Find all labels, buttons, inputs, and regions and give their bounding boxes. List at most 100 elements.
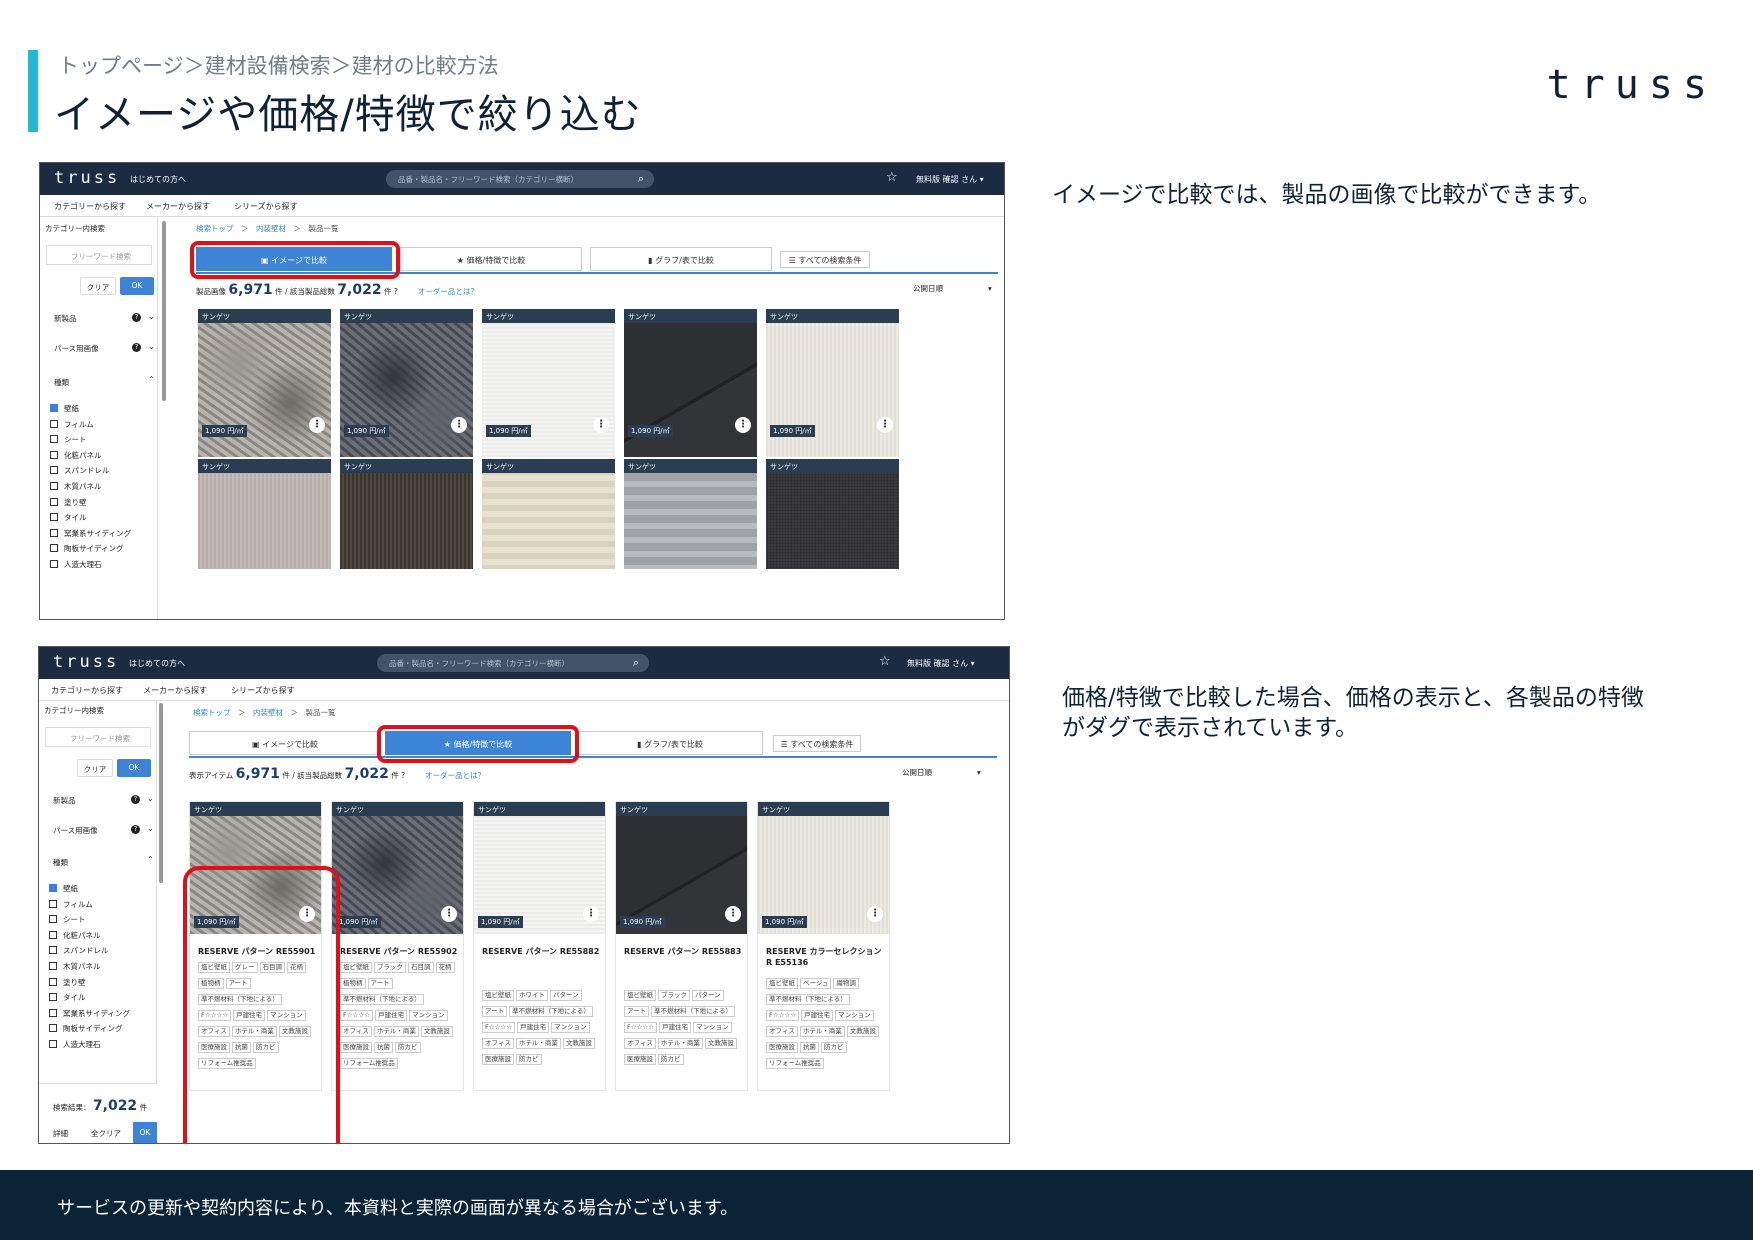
product-name[interactable]: RESERVE パターン RE55883 [624, 946, 743, 957]
help-icon[interactable]: ? [132, 313, 141, 322]
sort-select[interactable]: 公開日順 ▾ [902, 767, 981, 778]
chevron-down-icon[interactable]: ⌄ [148, 312, 155, 321]
search-input[interactable]: 品番・製品名・フリーワード検索（カテゴリー横断） ⌕ [377, 654, 649, 672]
keyword-input[interactable]: フリーワード検索 [45, 727, 151, 747]
help-icon[interactable]: ? [132, 343, 141, 352]
sort-select[interactable]: 公開日順 ▾ [913, 283, 992, 294]
product-card[interactable]: サンゲツ 1,090 円/㎡ ⋮ [766, 309, 899, 457]
tab-image-compare[interactable]: ▣ イメージで比較 [189, 731, 381, 755]
user-menu[interactable]: 無料版 確認 さん ▾ [907, 658, 975, 669]
more-menu-icon[interactable]: ⋮ [583, 906, 599, 922]
sidebar-scrollbar[interactable] [162, 221, 166, 401]
type-checkbox[interactable] [50, 544, 58, 553]
type-checkbox[interactable] [49, 962, 57, 970]
type-checkbox[interactable] [49, 930, 57, 939]
nav-series[interactable]: シリーズから探す [234, 201, 298, 212]
help-icon[interactable]: ? [401, 771, 405, 780]
beginner-link[interactable]: はじめての方へ [130, 174, 186, 185]
product-card[interactable]: サンゲツ [482, 459, 615, 569]
type-checkbox[interactable] [49, 899, 57, 908]
product-card[interactable]: サンゲツ [766, 459, 899, 569]
order-link[interactable]: オーダー品とは？ [418, 287, 478, 296]
product-image[interactable] [766, 473, 899, 569]
product-image[interactable] [340, 473, 473, 569]
type-filter-heading[interactable]: 種類 [54, 377, 69, 388]
ok-button[interactable]: OK [120, 277, 154, 295]
clear-all-button[interactable]: 全クリア [91, 1128, 121, 1139]
favorite-star-icon[interactable]: ☆ [886, 170, 898, 185]
type-checkbox[interactable] [50, 419, 58, 428]
search-icon[interactable]: ⌕ [633, 656, 639, 670]
type-checkbox[interactable] [50, 528, 58, 537]
more-menu-icon[interactable]: ⋮ [877, 417, 893, 433]
more-menu-icon[interactable]: ⋮ [725, 906, 741, 922]
chevron-down-icon[interactable]: ⌄ [147, 824, 154, 833]
breadcrumb-search-top[interactable]: 検索トップ [196, 224, 234, 233]
type-checkbox[interactable] [49, 946, 57, 955]
type-checkbox[interactable] [50, 497, 58, 506]
help-icon[interactable]: ? [131, 795, 140, 804]
tab-graph-compare[interactable]: ▮ グラフ/表で比較 [590, 247, 772, 271]
chevron-up-icon[interactable]: ⌃ [148, 375, 155, 384]
app-logo[interactable]: truss [53, 652, 119, 672]
perth-filter[interactable]: パース用画像 [53, 825, 98, 836]
search-icon[interactable]: ⌕ [638, 172, 644, 186]
more-menu-icon[interactable]: ⋮ [593, 417, 609, 433]
product-name[interactable]: RESERVE カラーセレクション R E55136 [766, 946, 885, 968]
type-checkbox[interactable] [49, 915, 57, 924]
favorite-star-icon[interactable]: ☆ [879, 654, 891, 669]
search-input[interactable]: 品番・製品名・フリーワード検索（カテゴリー横断） ⌕ [386, 170, 654, 188]
app-logo[interactable]: truss [54, 168, 120, 188]
detail-button[interactable]: 詳細 [53, 1128, 68, 1139]
breadcrumb-search-top[interactable]: 検索トップ [193, 708, 231, 717]
ok-button[interactable]: OK [133, 1122, 157, 1143]
type-checkbox[interactable] [50, 435, 58, 444]
nav-category[interactable]: カテゴリーから探す [54, 201, 126, 212]
help-icon[interactable]: ? [131, 825, 140, 834]
user-menu[interactable]: 無料版 確認 さん ▾ [916, 174, 984, 185]
nav-category[interactable]: カテゴリーから探す [51, 685, 123, 696]
chevron-up-icon[interactable]: ⌃ [147, 855, 154, 864]
nav-maker[interactable]: メーカーから探す [146, 201, 210, 212]
all-conditions-button[interactable]: ☰ すべての検索条件 [773, 735, 861, 752]
product-card[interactable]: サンゲツ [198, 459, 331, 569]
ok-button[interactable]: OK [117, 759, 151, 777]
all-conditions-button[interactable]: ☰ すべての検索条件 [780, 251, 870, 268]
tab-price-compare[interactable]: ★ 価格/特徴で比較 [400, 247, 582, 271]
nav-maker[interactable]: メーカーから探す [143, 685, 207, 696]
more-menu-icon[interactable]: ⋮ [735, 417, 751, 433]
type-checkbox[interactable] [50, 466, 58, 475]
type-checkbox[interactable] [49, 977, 57, 986]
order-link[interactable]: オーダー品とは？ [425, 771, 485, 780]
nav-series[interactable]: シリーズから探す [231, 685, 295, 696]
type-checkbox[interactable] [49, 993, 57, 1002]
product-card[interactable]: サンゲツ 1,090 円/㎡ ⋮ [482, 309, 615, 457]
type-checkbox[interactable] [50, 450, 58, 459]
type-filter-heading[interactable]: 種類 [53, 857, 68, 868]
product-name[interactable]: RESERVE パターン RE55902 [340, 946, 459, 957]
more-menu-icon[interactable]: ⋮ [451, 417, 467, 433]
product-card[interactable]: サンゲツ 1,090 円/㎡ ⋮ RESERVE パターン RE55882 塩ビ壁紙 ホワ… [473, 801, 606, 1091]
product-name[interactable]: RESERVE パターン RE55882 [482, 946, 601, 957]
keyword-input[interactable]: フリーワード検索 [46, 245, 152, 265]
more-menu-icon[interactable]: ⋮ [309, 417, 325, 433]
help-icon[interactable]: ? [394, 287, 398, 296]
product-card[interactable]: サンゲツ 1,090 円/㎡ ⋮ RESERVE パターン RE55902 塩ビ壁紙 ブラ… [331, 801, 464, 1091]
product-card[interactable]: サンゲツ 1,090 円/㎡ ⋮ [198, 309, 331, 457]
new-products-filter[interactable]: 新製品 [54, 313, 77, 324]
type-checkbox[interactable] [50, 513, 58, 522]
type-checkbox[interactable] [49, 884, 57, 892]
type-checkbox[interactable] [49, 1024, 57, 1033]
sidebar-scrollbar[interactable] [159, 703, 163, 883]
product-card[interactable]: サンゲツ 1,090 円/㎡ ⋮ [340, 309, 473, 457]
clear-button[interactable]: クリア [80, 277, 116, 295]
product-card[interactable]: サンゲツ 1,090 円/㎡ ⋮ [624, 309, 757, 457]
more-menu-icon[interactable]: ⋮ [867, 906, 883, 922]
beginner-link[interactable]: はじめての方へ [129, 658, 185, 669]
product-card[interactable]: サンゲツ 1,090 円/㎡ ⋮ RESERVE パターン RE55883 塩ビ壁紙 ブラ… [615, 801, 748, 1091]
type-checkbox[interactable] [50, 560, 58, 568]
clear-button[interactable]: クリア [77, 759, 113, 777]
product-card[interactable]: サンゲツ [624, 459, 757, 569]
perth-filter[interactable]: パース用画像 [54, 343, 99, 354]
type-checkbox[interactable] [50, 482, 58, 490]
